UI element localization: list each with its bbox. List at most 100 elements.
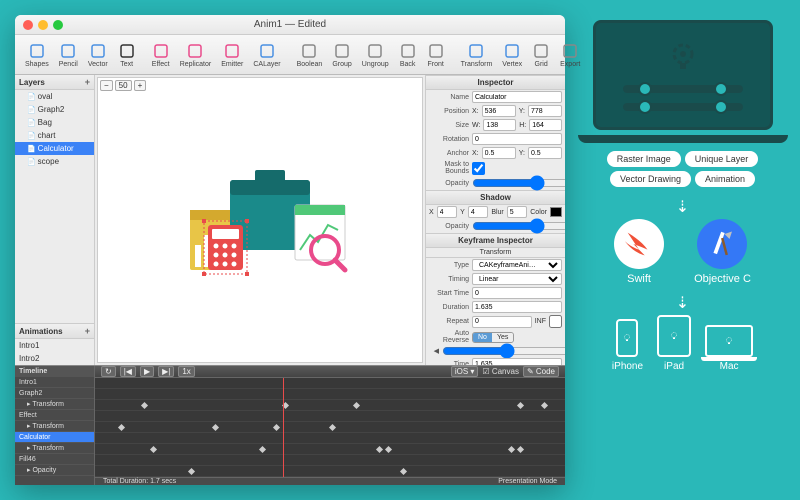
shadow-opacity-slider[interactable] bbox=[472, 221, 565, 231]
track-row[interactable] bbox=[95, 466, 565, 477]
timeline-row[interactable]: Effect bbox=[15, 410, 94, 421]
timeline-row[interactable]: ▸ Opacity bbox=[15, 465, 94, 476]
next-button[interactable]: ▶| bbox=[158, 366, 174, 377]
keyframe-icon[interactable] bbox=[540, 402, 547, 409]
target-select[interactable]: iOS ▾ bbox=[451, 366, 479, 377]
timeline-row[interactable]: ▸ Transform bbox=[15, 443, 94, 454]
shadow-color-swatch[interactable] bbox=[550, 207, 562, 217]
mask-checkbox[interactable] bbox=[472, 162, 485, 175]
keyframe-icon[interactable] bbox=[258, 446, 265, 453]
keyframe-icon[interactable] bbox=[150, 446, 157, 453]
timeline-row[interactable]: Fill46 bbox=[15, 454, 94, 465]
layer-item[interactable]: Bag bbox=[15, 116, 94, 129]
group-button[interactable]: Group bbox=[328, 42, 355, 68]
prev-button[interactable]: |◀ bbox=[120, 366, 136, 377]
grid-button[interactable]: Grid bbox=[528, 42, 554, 68]
name-input[interactable] bbox=[472, 91, 562, 103]
shadow-y-input[interactable] bbox=[468, 206, 488, 218]
track-row[interactable] bbox=[95, 411, 565, 422]
zoom-plus-button[interactable]: + bbox=[134, 80, 147, 91]
timeline-row[interactable]: Calculator bbox=[15, 432, 94, 443]
playhead-icon[interactable] bbox=[283, 378, 284, 477]
add-layer-icon[interactable]: + bbox=[85, 77, 90, 87]
play-button[interactable]: ▶ bbox=[140, 366, 154, 377]
track-row[interactable] bbox=[95, 433, 565, 444]
kf-timing-select[interactable]: Linear bbox=[472, 273, 562, 285]
anchor-x-input[interactable] bbox=[482, 147, 516, 159]
timeline-tracks[interactable] bbox=[95, 378, 565, 477]
size-h-input[interactable] bbox=[529, 119, 562, 131]
back-button[interactable]: Back bbox=[395, 42, 421, 68]
track-row[interactable] bbox=[95, 389, 565, 400]
keyframe-icon[interactable] bbox=[273, 424, 280, 431]
text-button[interactable]: Text bbox=[114, 42, 140, 68]
timeline-row[interactable]: Intro1 bbox=[15, 377, 94, 388]
track-row[interactable] bbox=[95, 444, 565, 455]
autoreverse-segment[interactable]: NoYes bbox=[472, 332, 514, 343]
close-icon[interactable] bbox=[23, 20, 33, 30]
transform-button[interactable]: Transform bbox=[457, 42, 497, 68]
layer-item[interactable]: Calculator bbox=[15, 142, 94, 155]
anchor-y-input[interactable] bbox=[528, 147, 562, 159]
pos-y-input[interactable] bbox=[528, 105, 562, 117]
vector-button[interactable]: Vector bbox=[84, 42, 112, 68]
animation-item[interactable]: Intro1 bbox=[15, 339, 94, 352]
boolean-button[interactable]: Boolean bbox=[293, 42, 327, 68]
size-w-input[interactable] bbox=[483, 119, 516, 131]
keyframe-icon[interactable] bbox=[211, 424, 218, 431]
timeline-row[interactable]: ▸ Transform bbox=[15, 399, 94, 410]
keyframe-icon[interactable] bbox=[352, 402, 359, 409]
keyframe-icon[interactable] bbox=[188, 468, 195, 475]
front-button[interactable]: Front bbox=[423, 42, 449, 68]
loop-button[interactable]: ↻ bbox=[101, 366, 116, 377]
kf-repeat-input[interactable] bbox=[472, 316, 532, 328]
blur-input[interactable] bbox=[507, 206, 527, 218]
layer-item[interactable]: scope bbox=[15, 155, 94, 168]
animation-item[interactable]: Intro2 bbox=[15, 352, 94, 365]
keyframe-icon[interactable] bbox=[117, 424, 124, 431]
minimize-icon[interactable] bbox=[38, 20, 48, 30]
presentation-mode-button[interactable]: Presentation Mode bbox=[498, 478, 557, 485]
track-row[interactable] bbox=[95, 378, 565, 389]
kf-time-slider[interactable] bbox=[442, 346, 565, 356]
timeline-row[interactable]: ▸ Transform bbox=[15, 421, 94, 432]
shadow-x-input[interactable] bbox=[437, 206, 457, 218]
emitter-button[interactable]: Emitter bbox=[217, 42, 247, 68]
keyframe-icon[interactable] bbox=[517, 402, 524, 409]
keyframe-icon[interactable] bbox=[508, 446, 515, 453]
keyframe-icon[interactable] bbox=[329, 424, 336, 431]
pos-x-input[interactable] bbox=[482, 105, 516, 117]
kf-time-input[interactable] bbox=[472, 358, 562, 365]
add-animation-icon[interactable]: + bbox=[85, 326, 90, 336]
calayer-button[interactable]: CALayer bbox=[249, 42, 284, 68]
keyframe-icon[interactable] bbox=[399, 468, 406, 475]
shapes-button[interactable]: Shapes bbox=[21, 42, 53, 68]
rotation-input[interactable] bbox=[472, 133, 562, 145]
kf-start-input[interactable] bbox=[472, 287, 562, 299]
ungroup-button[interactable]: Ungroup bbox=[358, 42, 393, 68]
kf-type-select[interactable]: CAKeyframeAni… bbox=[472, 259, 562, 271]
layer-item[interactable]: oval bbox=[15, 90, 94, 103]
vertex-button[interactable]: Vertex bbox=[498, 42, 526, 68]
track-row[interactable] bbox=[95, 455, 565, 466]
opacity-slider[interactable] bbox=[472, 178, 565, 188]
inf-checkbox[interactable] bbox=[549, 315, 562, 328]
timeline-row[interactable]: Graph2 bbox=[15, 388, 94, 399]
keyframe-icon[interactable] bbox=[376, 446, 383, 453]
speed-button[interactable]: 1x bbox=[178, 366, 194, 377]
zoom-minus-button[interactable]: − bbox=[100, 80, 113, 91]
keyframe-icon[interactable] bbox=[385, 446, 392, 453]
keyframe-icon[interactable] bbox=[517, 446, 524, 453]
canvas[interactable]: − 50 + bbox=[97, 77, 423, 363]
track-row[interactable] bbox=[95, 422, 565, 433]
replicator-button[interactable]: Replicator bbox=[176, 42, 216, 68]
layer-item[interactable]: chart bbox=[15, 129, 94, 142]
keyframe-icon[interactable] bbox=[141, 402, 148, 409]
layer-item[interactable]: Graph2 bbox=[15, 103, 94, 116]
pencil-button[interactable]: Pencil bbox=[55, 42, 82, 68]
track-row[interactable] bbox=[95, 400, 565, 411]
code-button[interactable]: ✎ Code bbox=[523, 366, 559, 377]
zoom-icon[interactable] bbox=[53, 20, 63, 30]
kf-duration-input[interactable] bbox=[472, 301, 562, 313]
effect-button[interactable]: Effect bbox=[148, 42, 174, 68]
